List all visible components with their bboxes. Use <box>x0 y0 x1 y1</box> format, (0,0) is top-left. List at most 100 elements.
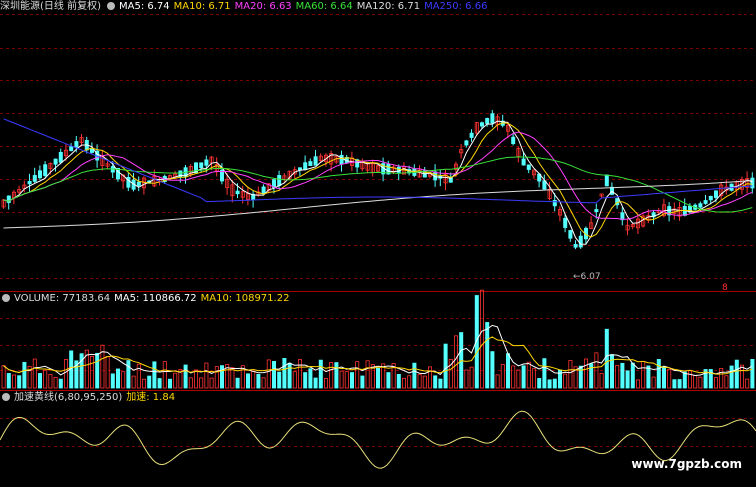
volume-bar <box>110 373 115 389</box>
volume-bar <box>615 365 620 389</box>
candle-body <box>573 243 578 248</box>
indicator-settings-circle-icon[interactable] <box>2 393 10 401</box>
volume-bar <box>636 379 641 389</box>
volume-bar <box>116 368 121 389</box>
volume-bar <box>308 368 313 389</box>
candle-body <box>563 217 568 228</box>
candle-body <box>594 209 599 213</box>
volume-bar <box>365 360 370 389</box>
volume-bar <box>537 378 542 389</box>
indicator-name: 加速黄线(6,80,95,250) <box>14 392 123 403</box>
volume-bar <box>297 359 302 389</box>
volume-bar <box>261 377 266 389</box>
ma20-line <box>3 131 753 220</box>
ma250-label: MA250: 6.66 <box>424 1 488 12</box>
candle-body <box>698 203 703 208</box>
volume-bar <box>511 365 516 389</box>
chart-canvas <box>0 14 756 469</box>
volume-bar <box>542 358 547 389</box>
volume-label: VOLUME: 77183.64 <box>14 293 111 304</box>
candle-body <box>521 158 526 166</box>
volume-bar <box>386 372 391 389</box>
volume-bar <box>407 375 412 389</box>
volume-bar <box>318 359 323 389</box>
volume-bar <box>401 377 406 389</box>
volume-bar <box>396 373 401 389</box>
volume-bar <box>313 377 318 389</box>
volume-bar <box>604 328 609 389</box>
volume-settings-circle-icon[interactable] <box>2 294 10 302</box>
volume-bar <box>219 365 224 389</box>
indicator-value: 加速: 1.84 <box>126 392 176 403</box>
volume-bar <box>230 367 235 389</box>
volume-bar <box>656 359 661 389</box>
volume-bar <box>688 370 693 389</box>
volume-bar <box>422 375 427 389</box>
candle-body <box>27 180 32 185</box>
volume-bar <box>292 371 297 389</box>
volume-bar <box>58 378 63 389</box>
candle-body <box>578 235 583 248</box>
volume-bar <box>599 373 604 389</box>
candle-body <box>313 156 318 166</box>
volume-bar <box>662 366 667 389</box>
candle-body <box>339 154 344 165</box>
volume-bar <box>1 365 6 389</box>
volume-bar <box>173 372 178 389</box>
volume-bar <box>193 369 198 389</box>
candle-body <box>526 164 531 170</box>
volume-bar <box>38 373 43 389</box>
volume-bar <box>95 352 100 389</box>
volume-bar <box>167 378 172 389</box>
volume-bar <box>141 378 146 389</box>
volume-bar <box>349 372 354 389</box>
volume-legend: VOLUME: 77183.64 MA5: 110866.72 MA10: 1089… <box>0 293 293 305</box>
volume-bar <box>64 359 69 389</box>
volume-bar <box>667 369 672 389</box>
candle-body <box>511 136 516 145</box>
volume-bar <box>438 378 443 389</box>
volume-bar <box>17 375 22 389</box>
volume-bar <box>625 370 630 389</box>
volume-bar <box>282 358 287 389</box>
volume-bar <box>479 289 484 389</box>
volume-bar <box>251 370 256 389</box>
volume-bar <box>500 364 505 389</box>
candle-body <box>43 164 48 176</box>
volume-bar <box>729 365 734 389</box>
candle-body <box>479 122 484 127</box>
candle-body <box>703 200 708 204</box>
volume-bar <box>641 360 646 389</box>
settings-circle-icon[interactable] <box>106 2 115 10</box>
volume-bar <box>734 359 739 389</box>
volume-bar <box>412 362 417 389</box>
volume-bar <box>344 371 349 389</box>
volume-bar <box>505 353 510 389</box>
volume-bar <box>750 358 755 389</box>
volume-bar <box>152 361 157 389</box>
volume-bar <box>204 362 209 389</box>
volume-bar <box>532 368 537 389</box>
candle-body <box>235 190 240 195</box>
volume-bar <box>568 359 573 389</box>
volume-bar <box>157 378 162 389</box>
volume-bar <box>329 362 334 389</box>
price-legend: 深圳能源(日线 前复权) MA5: 6.74 MA10: 6.71 MA20: 6.6… <box>0 1 491 13</box>
volume-bar <box>578 365 583 389</box>
volume-bar <box>355 361 360 389</box>
candle-body <box>485 118 490 124</box>
volume-bar <box>563 373 568 389</box>
candle-body <box>708 195 713 201</box>
volume-bar <box>256 374 261 389</box>
candle-body <box>74 141 79 148</box>
volume-bar <box>90 356 95 389</box>
candle-body <box>604 174 609 187</box>
volume-bar <box>245 373 250 389</box>
volume-bar <box>162 361 167 389</box>
volume-bar <box>646 365 651 389</box>
candle-body <box>38 170 43 179</box>
volume-bar <box>48 373 53 389</box>
volume-bar <box>495 374 500 389</box>
volume-bar <box>287 362 292 389</box>
candle-body <box>303 162 308 171</box>
